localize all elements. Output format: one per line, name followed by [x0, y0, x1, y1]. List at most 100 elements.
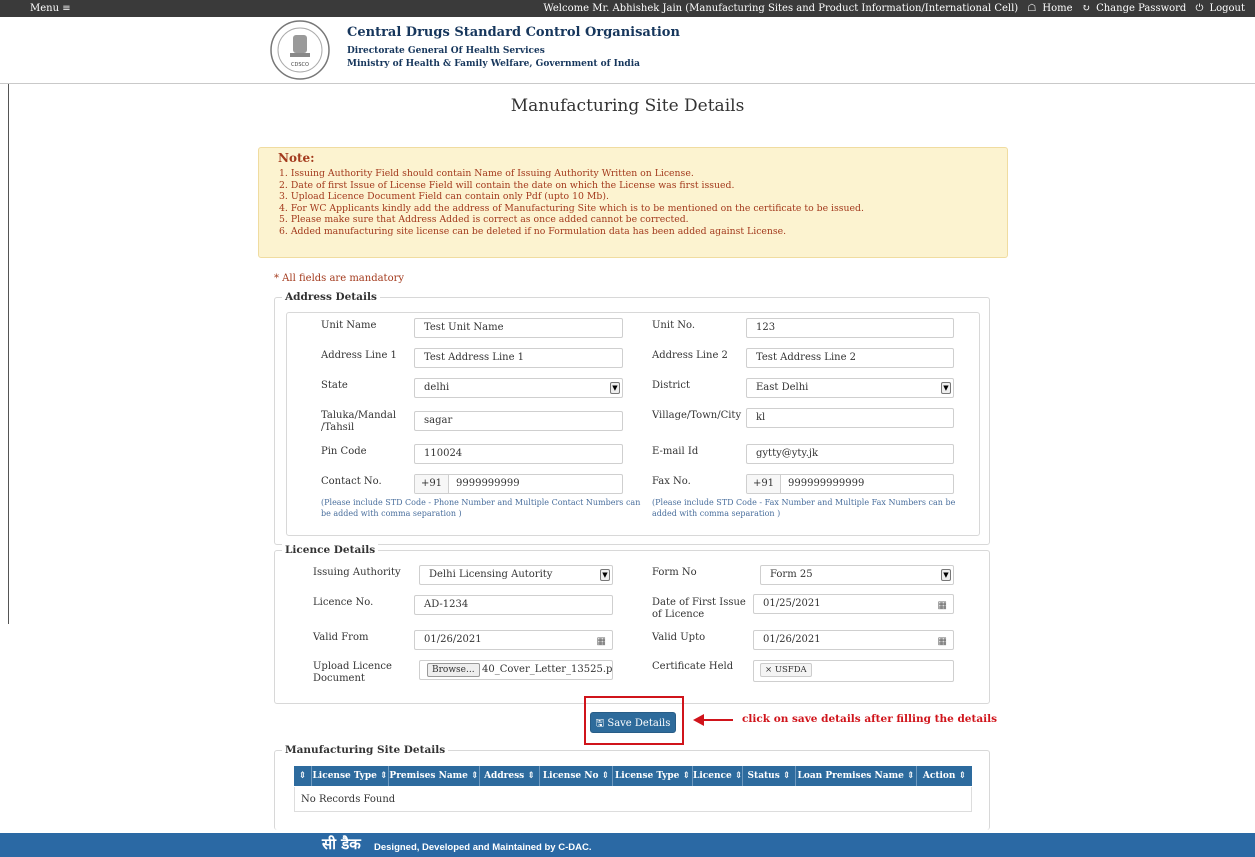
address-details-legend: Address Details: [282, 291, 380, 303]
logout-link[interactable]: Logout: [1209, 3, 1245, 14]
sort-icon[interactable]: ⇕: [294, 766, 312, 786]
issuing-authority-select[interactable]: Delhi Licensing Autority ▼: [419, 565, 613, 585]
column-header[interactable]: Status ⇕: [743, 766, 796, 786]
address-line2-field[interactable]: Test Address Line 2: [746, 348, 954, 368]
state-label: State: [321, 380, 348, 391]
fax-hint: (Please include STD Code - Fax Number an…: [652, 498, 956, 518]
cdsco-emblem-logo: CDSCO: [270, 20, 330, 80]
village-field[interactable]: kl: [746, 408, 954, 428]
certificate-tag-usfda[interactable]: × USFDA: [760, 663, 812, 677]
contact-no-field[interactable]: +91 9999999999: [414, 474, 623, 494]
district-label: District: [652, 380, 690, 391]
column-header[interactable]: License Type ⇕: [613, 766, 693, 786]
certificate-held-field[interactable]: × USFDA: [753, 660, 954, 682]
unit-no-label: Unit No.: [652, 320, 696, 331]
unit-name-field[interactable]: Test Unit Name: [414, 318, 623, 338]
valid-upto-value: 01/26/2021: [763, 634, 821, 645]
cdac-logo: सी डैक: [322, 835, 361, 853]
valid-upto-label: Valid Upto: [652, 632, 706, 643]
column-header[interactable]: License Type ⇕: [312, 766, 389, 786]
note-title: Note:: [278, 151, 315, 165]
home-icon: ☖: [1027, 3, 1037, 14]
menu-button[interactable]: Menu ≡: [30, 3, 71, 14]
annotation-text: click on save details after filling the …: [742, 713, 998, 725]
column-header[interactable]: Address ⇕: [480, 766, 540, 786]
refresh-icon: ↻: [1081, 3, 1091, 14]
fax-no-field[interactable]: +91 999999999999: [746, 474, 954, 494]
contact-country-code: +91: [415, 475, 449, 493]
contact-hint: (Please include STD Code - Phone Number …: [321, 498, 641, 518]
fax-no-label: Fax No.: [652, 476, 691, 487]
site-header: CDSCO Central Drugs Standard Control Org…: [0, 17, 1255, 84]
contact-no-label: Contact No.: [321, 476, 382, 487]
address-line1-label: Address Line 1: [321, 350, 397, 361]
footer: सी डैक Designed, Developed and Maintaine…: [0, 833, 1255, 857]
form-no-value: Form 25: [770, 569, 813, 580]
note-item: 2. Date of first Issue of License Field …: [279, 179, 735, 191]
valid-upto-field[interactable]: 01/26/2021 ▦: [753, 630, 954, 650]
licence-no-label: Licence No.: [313, 597, 374, 608]
home-link[interactable]: Home: [1042, 3, 1072, 14]
column-header[interactable]: Premises Name ⇕: [389, 766, 480, 786]
pin-code-label: Pin Code: [321, 446, 367, 457]
save-icon: 🖫: [595, 718, 605, 729]
change-password-link[interactable]: Change Password: [1096, 3, 1186, 14]
calendar-icon[interactable]: ▦: [938, 597, 947, 613]
mandatory-notice: * All fields are mandatory: [274, 273, 405, 284]
site-table-header: ⇕ License Type ⇕ Premises Name ⇕ Address…: [294, 766, 972, 786]
save-details-button[interactable]: 🖫 Save Details: [590, 712, 676, 733]
licence-no-field[interactable]: AD-1234: [414, 595, 613, 615]
note-item: 3. Upload Licence Document Field can con…: [279, 191, 609, 203]
first-issue-date-label: Date of First Issue of Licence: [652, 597, 746, 620]
valid-from-field[interactable]: 01/26/2021 ▦: [414, 630, 613, 650]
address-line1-field[interactable]: Test Address Line 1: [414, 348, 623, 368]
taluka-field[interactable]: sagar: [414, 411, 623, 431]
column-header[interactable]: License No ⇕: [540, 766, 613, 786]
first-issue-date-value: 01/25/2021: [763, 598, 821, 609]
chevron-down-icon: ▼: [610, 382, 620, 394]
village-label: Village/Town/City: [652, 410, 742, 421]
top-bar-right: Welcome Mr. Abhishek Jain (Manufacturing…: [539, 3, 1245, 14]
note-item: 5. Please make sure that Address Added i…: [279, 214, 689, 226]
contact-no-value: 9999999999: [456, 478, 520, 489]
column-header[interactable]: Licence ⇕: [693, 766, 743, 786]
district-select[interactable]: East Delhi ▼: [746, 378, 954, 398]
page-title: Manufacturing Site Details: [510, 96, 745, 116]
column-header[interactable]: Loan Premises Name ⇕: [796, 766, 917, 786]
unit-no-field[interactable]: 123: [746, 318, 954, 338]
state-select[interactable]: delhi ▼: [414, 378, 623, 398]
calendar-icon[interactable]: ▦: [597, 633, 606, 649]
form-no-label: Form No: [652, 567, 697, 578]
welcome-text: Welcome Mr. Abhishek Jain (Manufacturing…: [543, 3, 1019, 14]
empty-table-message: No Records Found: [294, 787, 972, 812]
column-header[interactable]: Action ⇕: [917, 766, 972, 786]
directorate-name: Directorate General Of Health Services: [347, 46, 545, 56]
upload-licence-field[interactable]: Browse... 40_Cover_Letter_13525.pdf: [419, 660, 613, 680]
unit-name-label: Unit Name: [321, 320, 377, 331]
uploaded-file-name: 40_Cover_Letter_13525.pdf: [482, 664, 613, 675]
email-field[interactable]: gytty@yty.jk: [746, 444, 954, 464]
browse-button[interactable]: Browse...: [427, 663, 480, 677]
form-no-select[interactable]: Form 25 ▼: [760, 565, 954, 585]
power-icon: ⏻: [1195, 3, 1204, 14]
valid-from-label: Valid From: [313, 632, 369, 643]
note-item: 1. Issuing Authority Field should contai…: [279, 168, 694, 179]
first-issue-date-field[interactable]: 01/25/2021 ▦: [753, 594, 954, 614]
ministry-name: Ministry of Health & Family Welfare, Gov…: [347, 59, 640, 69]
note-box: Note: 1. Issuing Authority Field should …: [258, 147, 1008, 258]
chevron-down-icon: ▼: [941, 569, 951, 581]
chevron-down-icon: ▼: [941, 382, 951, 394]
note-list: 1. Issuing Authority Field should contai…: [279, 168, 864, 238]
address-line2-label: Address Line 2: [652, 350, 728, 361]
save-details-label: Save Details: [607, 718, 671, 729]
state-value: delhi: [424, 382, 450, 393]
licence-details-legend: Licence Details: [282, 544, 379, 556]
calendar-icon[interactable]: ▦: [938, 633, 947, 649]
left-divider: [8, 84, 9, 624]
note-item: 4. For WC Applicants kindly add the addr…: [279, 202, 864, 214]
valid-from-value: 01/26/2021: [424, 634, 482, 645]
arrow-line: [703, 719, 733, 721]
upload-licence-label: Upload Licence Document: [313, 661, 392, 684]
chevron-down-icon: ▼: [600, 569, 610, 581]
pin-code-field[interactable]: 110024: [414, 444, 623, 464]
